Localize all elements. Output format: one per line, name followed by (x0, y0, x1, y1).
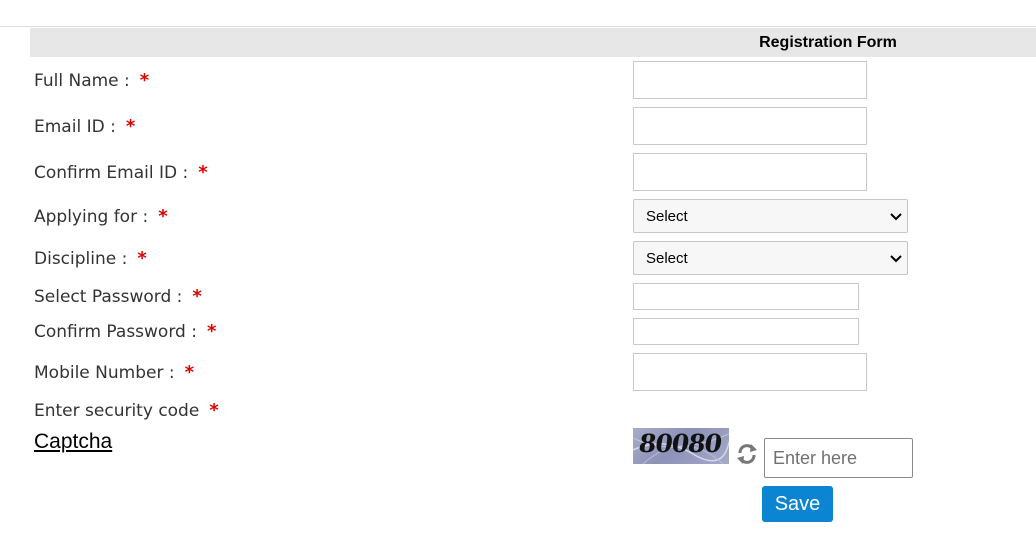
mobile-label: Mobile Number : * (34, 362, 194, 383)
discipline-select[interactable]: Select (633, 241, 908, 275)
required-marker: * (198, 162, 208, 183)
email-label-text: Email ID : (34, 117, 116, 137)
page-title: Registration Form (759, 34, 897, 51)
required-marker: * (139, 70, 150, 91)
refresh-icon[interactable] (735, 442, 759, 466)
captcha-input[interactable] (764, 438, 913, 478)
discipline-selected-value: Select (646, 250, 688, 267)
security-code-label-text: Enter security code (34, 401, 200, 421)
discipline-label: Discipline : * (34, 248, 147, 269)
applying-for-select[interactable]: Select (633, 199, 908, 233)
security-code-label: Enter security code * (34, 400, 219, 421)
captcha-code: 80080 (636, 429, 724, 458)
applying-for-label-text: Applying for : (34, 207, 149, 227)
form-header: Registration Form (30, 28, 1036, 57)
save-button[interactable]: Save (762, 486, 833, 522)
applying-for-label: Applying for : * (34, 206, 168, 227)
discipline-label-text: Discipline : (34, 249, 128, 269)
required-marker: * (209, 400, 219, 421)
mobile-number-input[interactable] (633, 353, 867, 391)
required-marker: * (192, 286, 202, 307)
required-marker: * (125, 116, 136, 137)
email-label: Email ID : * (34, 116, 135, 137)
chevron-down-icon (890, 255, 902, 263)
confirm-email-label-text: Confirm Email ID : (34, 163, 189, 183)
confirm-email-label: Confirm Email ID : * (34, 162, 208, 183)
confirm-email-input[interactable] (633, 153, 867, 191)
confirm-password-label-text: Confirm Password : (34, 322, 197, 342)
top-divider (0, 26, 1036, 27)
email-input[interactable] (633, 107, 867, 145)
select-password-label: Select Password : * (34, 286, 202, 307)
confirm-password-input[interactable] (633, 318, 859, 345)
required-marker: * (158, 206, 168, 227)
required-marker: * (137, 248, 147, 269)
required-marker: * (206, 321, 217, 342)
captcha-link[interactable]: Captcha (34, 430, 112, 454)
select-password-label-text: Select Password : (34, 287, 183, 307)
chevron-down-icon (890, 213, 902, 221)
full-name-input[interactable] (633, 61, 867, 99)
mobile-label-text: Mobile Number : (34, 363, 175, 383)
confirm-password-label: Confirm Password : * (34, 321, 216, 342)
required-marker: * (184, 362, 195, 383)
applying-for-selected-value: Select (646, 208, 688, 225)
select-password-input[interactable] (633, 283, 859, 310)
full-name-label: Full Name : * (34, 70, 149, 91)
captcha-image: 80080 (633, 428, 729, 464)
full-name-label-text: Full Name : (34, 71, 130, 91)
